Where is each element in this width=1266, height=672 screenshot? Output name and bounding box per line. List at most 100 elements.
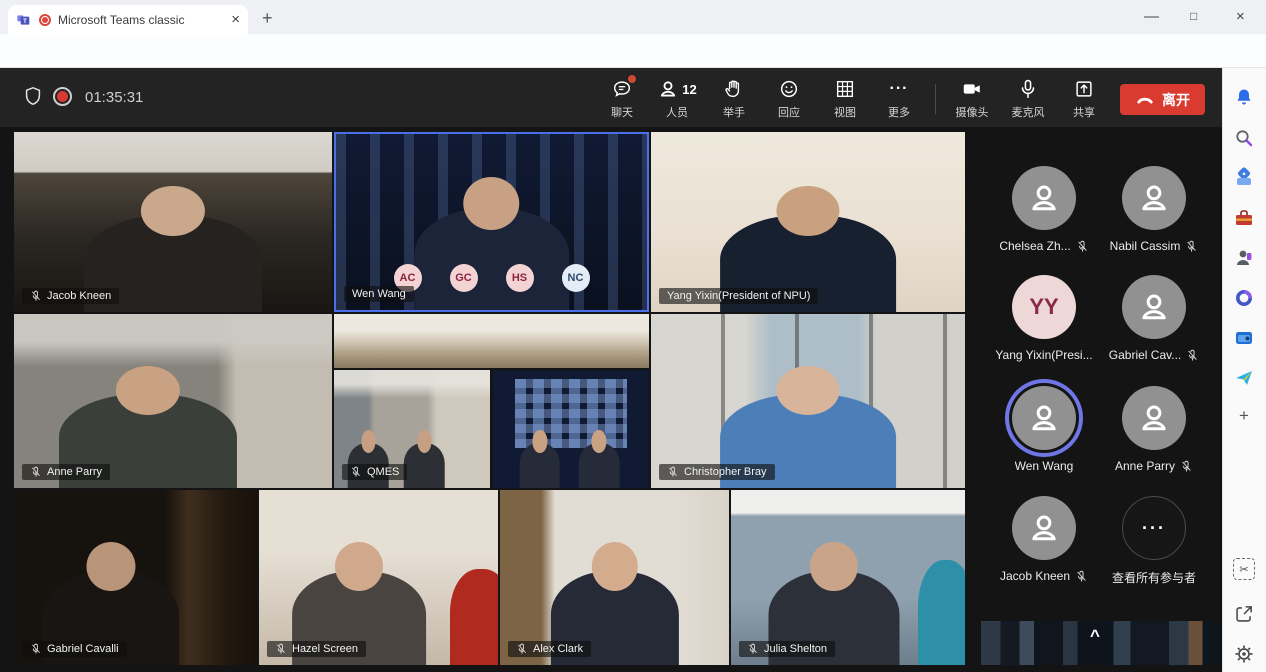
avatar-speaking [1012, 386, 1076, 450]
participant-yang-yixin[interactable]: YY Yang Yixin(Presi... [988, 275, 1100, 379]
view-all-participants[interactable]: ··· 查看所有参与者 [1098, 496, 1210, 600]
open-external-icon[interactable] [1233, 603, 1255, 625]
video-wall-grid [515, 379, 627, 447]
avatar-initials: YY [1012, 275, 1076, 339]
person-icon [1136, 400, 1172, 436]
avatar [1012, 166, 1076, 230]
camera-button[interactable]: 摄像头 [949, 78, 995, 120]
wallet-icon[interactable] [1233, 327, 1255, 349]
tab-teams[interactable]: Microsoft Teams classic × [8, 5, 248, 34]
participant-jacob[interactable]: Jacob Kneen [988, 496, 1100, 600]
settings-gear-icon[interactable] [1233, 643, 1255, 665]
react-smiley-icon [778, 78, 800, 100]
mic-muted-icon [747, 643, 759, 655]
video-tile-hazel-screen[interactable]: Hazel Screen [259, 490, 498, 665]
avatar [1122, 166, 1186, 230]
video-tile-anne-parry[interactable]: Anne Parry [14, 314, 332, 488]
people-button[interactable]: 12 人员 [650, 78, 704, 120]
video-tile-alex-clark[interactable]: Alex Clark [500, 490, 729, 665]
participant-silhouette [520, 443, 561, 488]
mic-muted-icon [350, 466, 362, 478]
participant-nabil[interactable]: Nabil Cassim [1098, 166, 1210, 270]
view-grid-icon [834, 78, 856, 100]
name-label: Christopher Bray [659, 464, 775, 480]
shopping-tag-icon[interactable] [1233, 167, 1255, 189]
video-tile-julia-shelton[interactable]: Julia Shelton [731, 490, 965, 665]
mic-muted-icon [667, 466, 679, 478]
video-tile-jacob-kneen[interactable]: Jacob Kneen [14, 132, 332, 312]
screenshot-icon[interactable]: ✂ [1233, 558, 1255, 580]
participant-anne[interactable]: Anne Parry [1098, 386, 1210, 490]
teams-meeting-app: 01:35:31 聊天 12 人员 举手 回应 视图 ··· [0, 68, 1222, 672]
window-minimize-button[interactable]: — [1144, 9, 1159, 24]
bubble-gc: GC [450, 264, 478, 292]
video-tile-qmes[interactable]: QMES [334, 370, 490, 488]
security-shield-icon [22, 85, 44, 107]
toolbox-icon[interactable] [1233, 207, 1255, 229]
chevron-up-icon[interactable]: ^ [1090, 626, 1100, 646]
browser-toolbar: ← https://teams.microsoft.com/_#/modern-… [0, 34, 1266, 68]
name-label: QMES [342, 464, 407, 480]
notifications-bell-icon[interactable] [1233, 86, 1255, 108]
person-icon [1136, 180, 1172, 216]
mic-muted-icon [516, 643, 528, 655]
drop-paper-plane-icon[interactable] [1233, 367, 1255, 389]
mic-muted-icon [1076, 240, 1089, 253]
participant-silhouette [404, 443, 445, 488]
participant-silhouette [414, 208, 570, 310]
people-icon [657, 78, 679, 100]
mic-muted-icon [275, 643, 287, 655]
chat-badge [628, 75, 636, 83]
tab-title: Microsoft Teams classic [58, 13, 224, 27]
tab-recording-indicator-icon [39, 14, 51, 26]
video-tile-video-wall-room[interactable] [493, 370, 649, 488]
camera-icon [961, 78, 983, 100]
new-tab-button[interactable]: + [262, 9, 273, 27]
more-button[interactable]: ··· 更多 [876, 78, 922, 120]
video-tile-wen-wang-active[interactable]: AC GC HS NC Wen Wang [334, 132, 649, 312]
toolbar-divider [935, 84, 936, 114]
leave-button[interactable]: 离开 [1120, 84, 1205, 115]
hang-up-phone-icon [1135, 90, 1155, 110]
avatar [1122, 275, 1186, 339]
share-button[interactable]: 共享 [1061, 78, 1107, 120]
view-button[interactable]: 视图 [822, 78, 868, 120]
name-label: Anne Parry [22, 464, 110, 480]
app-knot-icon[interactable] [1233, 287, 1255, 309]
mic-muted-icon [1185, 240, 1198, 253]
name-label: Hazel Screen [267, 641, 366, 657]
name-label: Yang Yixin(President of NPU) [659, 288, 818, 304]
self-video-strip[interactable] [981, 621, 1222, 665]
video-tile-yang-yixin[interactable]: Yang Yixin(President of NPU) [651, 132, 965, 312]
participant-chelsea[interactable]: Chelsea Zh... [988, 166, 1100, 270]
search-icon[interactable] [1233, 127, 1255, 149]
tab-close-icon[interactable]: × [231, 12, 240, 27]
sidebar-add-icon[interactable]: + [1233, 405, 1255, 427]
chat-button[interactable]: 聊天 [599, 78, 645, 120]
window-close-button[interactable]: × [1236, 9, 1245, 24]
name-label: Wen Wang [344, 286, 414, 302]
overflow-dots-icon[interactable]: ··· [1122, 496, 1186, 560]
mic-icon [1017, 78, 1039, 100]
person-icon [1136, 289, 1172, 325]
more-dots-icon: ··· [890, 78, 909, 100]
overlay-avatar-bubbles: AC GC HS NC [394, 264, 590, 292]
name-label: Gabriel Cavalli [22, 641, 127, 657]
mic-muted-icon [1075, 570, 1088, 583]
games-person-icon[interactable] [1233, 247, 1255, 269]
mic-muted-icon [30, 466, 42, 478]
participant-wen-wang-speaking[interactable]: Wen Wang [988, 386, 1100, 490]
mic-button[interactable]: 麦克风 [1005, 78, 1051, 120]
recording-indicator-icon [53, 87, 72, 106]
raise-hand-icon [723, 78, 745, 100]
person-icon [1026, 510, 1062, 546]
window-maximize-button[interactable]: □ [1190, 10, 1197, 22]
video-tile-gabriel-cavalli[interactable]: Gabriel Cavalli [14, 490, 257, 665]
react-button[interactable]: 回应 [766, 78, 812, 120]
avatar [1012, 496, 1076, 560]
video-tile-panorama-room[interactable] [334, 314, 649, 368]
video-tile-christopher-bray[interactable]: Christopher Bray [651, 314, 965, 488]
participant-gabriel[interactable]: Gabriel Cav... [1098, 275, 1210, 379]
browser-window: Microsoft Teams classic × + — □ × ← http… [0, 0, 1266, 672]
raise-hand-button[interactable]: 举手 [711, 78, 757, 120]
